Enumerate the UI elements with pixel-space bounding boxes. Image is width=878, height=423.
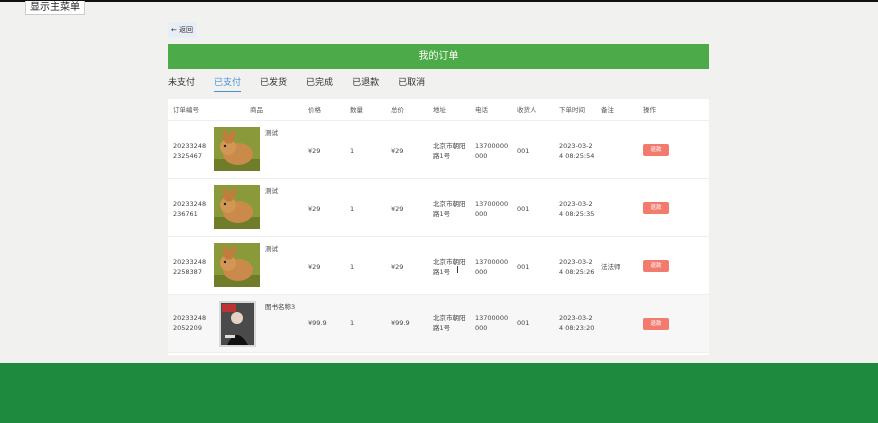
order-status-tabs: 未支付 已支付 已发货 已完成 已退款 已取消: [168, 76, 444, 94]
quantity: 1: [350, 205, 355, 213]
product-image-book: [219, 301, 256, 347]
receiver: 001: [517, 319, 530, 327]
price: ¥29: [308, 205, 321, 213]
col-qty: 数量: [350, 106, 363, 114]
col-phone: 电话: [475, 106, 488, 114]
order-id: 20233248 2325467: [173, 142, 207, 160]
quantity: 1: [350, 319, 355, 327]
order-time: 2023-03-2 4 08:25:26: [559, 258, 595, 276]
phone: 13700000 000: [475, 200, 509, 218]
price: ¥29: [308, 263, 321, 271]
product-image-rabbit: [214, 127, 260, 171]
tab-completed[interactable]: 已完成: [306, 76, 333, 92]
product-image-rabbit: [214, 243, 260, 287]
refund-button[interactable]: 退款: [643, 144, 669, 156]
product-name: 测试: [265, 187, 278, 195]
order-time: 2023-03-2 4 08:23:20: [559, 314, 595, 332]
order-id: 20233248 2052209: [173, 314, 207, 332]
col-address: 地址: [433, 106, 446, 114]
price: ¥99.9: [308, 319, 327, 327]
tab-paid[interactable]: 已支付: [214, 76, 242, 92]
quantity: 1: [350, 147, 355, 155]
receiver: 001: [517, 263, 530, 271]
back-button[interactable]: ← 返回: [168, 22, 196, 38]
order-time: 2023-03-2 4 08:25:54: [559, 142, 595, 160]
order-id: 20233248 236761: [173, 200, 207, 218]
text-cursor-icon: I: [456, 265, 459, 276]
product-image-rabbit: [214, 185, 260, 229]
tab-refunded[interactable]: 已退款: [352, 76, 379, 92]
address: 北京市朝阳 路1号: [433, 200, 466, 218]
total: ¥29: [391, 263, 404, 271]
table-row: 20233248 2258387 测试 ¥29 1 ¥29 北京市朝阳 路1号 13…: [168, 237, 709, 295]
total: ¥99.9: [391, 319, 410, 327]
phone: 13700000 000: [475, 258, 509, 276]
address: 北京市朝阳 路1号: [433, 314, 466, 332]
order-time: 2023-03-2 4 08:25:35: [559, 200, 595, 218]
refund-button[interactable]: 退款: [643, 318, 669, 330]
product-name: 图书名称3: [265, 303, 296, 311]
table-row: 20233248 236761 测试 ¥29 1 ¥29 北京市朝阳 路1号 137…: [168, 179, 709, 237]
receiver: 001: [517, 205, 530, 213]
refund-button[interactable]: 退款: [643, 202, 669, 214]
quantity: 1: [350, 263, 355, 271]
tab-cancelled[interactable]: 已取消: [398, 76, 425, 92]
tab-unpaid[interactable]: 未支付: [168, 76, 195, 92]
phone: 13700000 000: [475, 142, 509, 160]
table-row: 20233248 2325467 测试 ¥29 1 ¥29 北京市朝阳 路1号 13…: [168, 121, 709, 179]
col-order-id: 订单编号: [173, 106, 199, 114]
orders-table: 订单编号 商品 价格 数量 总价 地址 电话 收货人 下单时间 备注 操作 20…: [168, 99, 709, 355]
col-price: 价格: [308, 106, 321, 114]
order-id: 20233248 2258387: [173, 258, 207, 276]
price: ¥29: [308, 147, 321, 155]
show-main-menu-button[interactable]: 显示主菜单: [25, 1, 85, 15]
address: 北京市朝阳 路1号: [433, 142, 466, 160]
product-name: 测试: [265, 129, 278, 137]
total: ¥29: [391, 147, 404, 155]
col-total: 总价: [391, 106, 404, 114]
top-border: [0, 0, 878, 2]
tab-shipped[interactable]: 已发货: [260, 76, 287, 92]
page-title: 我的订单: [168, 44, 709, 69]
phone: 13700000 000: [475, 314, 509, 332]
table-header: 订单编号 商品 价格 数量 总价 地址 电话 收货人 下单时间 备注 操作: [168, 99, 709, 121]
col-receiver: 收货人: [517, 106, 537, 114]
total: ¥29: [391, 205, 404, 213]
page-footer: [0, 363, 878, 423]
address: 北京市朝阳 路1号: [433, 258, 466, 276]
refund-button[interactable]: 退款: [643, 260, 669, 272]
receiver: 001: [517, 147, 530, 155]
col-product: 商品: [250, 106, 263, 114]
col-remark: 备注: [601, 106, 614, 114]
product-name: 测试: [265, 245, 278, 253]
remark: 法法师: [601, 263, 621, 271]
col-order-time: 下单时间: [559, 106, 585, 114]
col-action: 操作: [643, 106, 656, 114]
table-row: 20233248 2052209 图书名称3 ¥99.9 1 ¥99.9 北京市朝…: [168, 295, 709, 353]
